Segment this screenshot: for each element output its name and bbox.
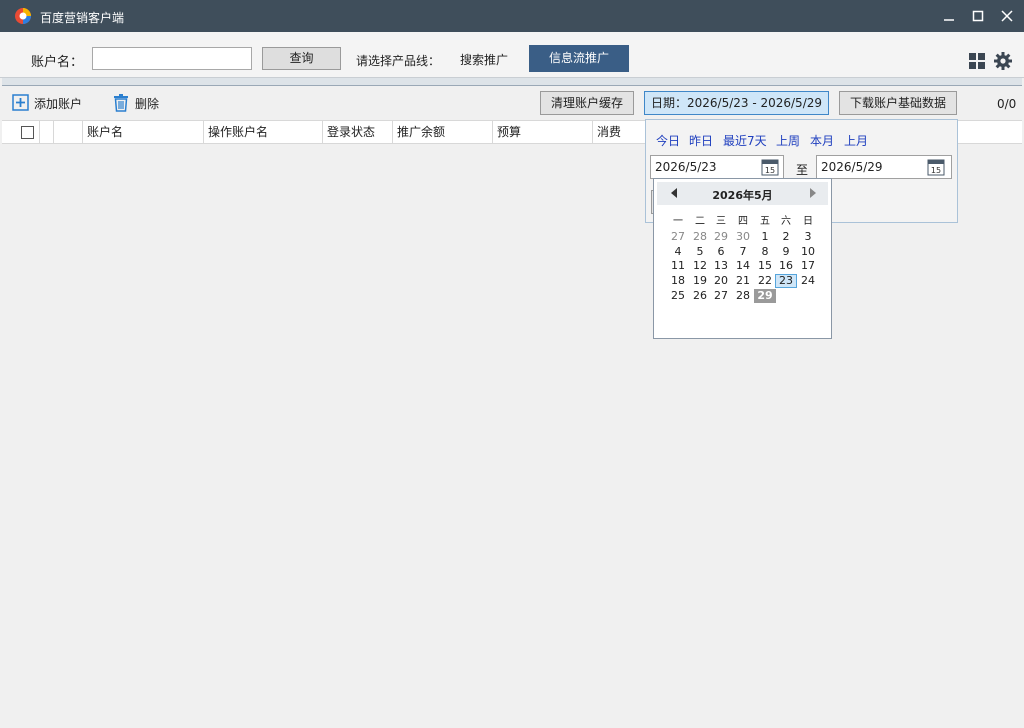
- column-balance[interactable]: 推广余额: [392, 121, 492, 143]
- calendar-icon[interactable]: 15: [761, 158, 779, 176]
- calendar-header: 2026年5月: [657, 182, 828, 205]
- toolbar: 添加账户 删除 清理账户缓存 日期：2026/5/23 - 2026/5/29 …: [0, 86, 1024, 120]
- calendar-day[interactable]: 15: [754, 259, 776, 273]
- minimize-icon: [944, 19, 954, 21]
- tab-search-promotion[interactable]: 搜索推广: [460, 51, 508, 68]
- calendar-day[interactable]: 28: [689, 230, 711, 244]
- calendar-day[interactable]: 3: [797, 230, 819, 244]
- quick-last-week[interactable]: 上周: [776, 132, 800, 149]
- grid-icon[interactable]: [968, 52, 986, 70]
- calendar-month-title: 2026年5月: [712, 189, 773, 202]
- title-bar: 百度营销客户端: [0, 0, 1024, 32]
- calendar-day[interactable]: 17: [797, 259, 819, 273]
- clear-cache-button[interactable]: 清理账户缓存: [540, 91, 634, 115]
- account-name-input[interactable]: [92, 47, 252, 70]
- calendar-day[interactable]: 21: [732, 274, 754, 288]
- calendar-icon[interactable]: 15: [927, 158, 945, 176]
- add-icon: [12, 94, 29, 111]
- weekday-header: 一: [673, 216, 683, 227]
- quick-this-month[interactable]: 本月: [810, 132, 834, 149]
- column-account-name[interactable]: 账户名: [82, 121, 204, 143]
- weekday-header: 四: [738, 216, 748, 227]
- section-divider: [2, 78, 1022, 86]
- svg-text:15: 15: [765, 166, 775, 175]
- delete-label: 删除: [135, 97, 160, 111]
- column-budget[interactable]: 预算: [492, 121, 592, 143]
- column-login-status[interactable]: 登录状态: [322, 121, 392, 143]
- calendar-day[interactable]: 19: [689, 274, 711, 288]
- to-label: 至: [796, 163, 809, 177]
- calendar-day[interactable]: 1: [754, 230, 776, 244]
- calendar-day[interactable]: 27: [667, 230, 689, 244]
- next-month-icon[interactable]: [809, 188, 817, 198]
- quick-today[interactable]: 今日: [656, 132, 680, 149]
- calendar-day[interactable]: 2: [775, 230, 797, 244]
- product-line-label: 请选择产品线：: [356, 54, 441, 68]
- selection-count: 0/0: [997, 97, 1017, 111]
- calendar-day[interactable]: 30: [732, 230, 754, 244]
- column-spend[interactable]: 消费: [592, 121, 644, 143]
- weekday-header: 三: [716, 216, 726, 227]
- tab-feed-promotion[interactable]: 信息流推广: [529, 45, 629, 72]
- calendar-day[interactable]: 28: [732, 289, 754, 303]
- calendar-day[interactable]: 26: [689, 289, 711, 303]
- calendar-day[interactable]: 11: [667, 259, 689, 273]
- calendar-day[interactable]: 27: [710, 289, 732, 303]
- svg-text:15: 15: [931, 166, 941, 175]
- trash-icon: [114, 94, 128, 112]
- query-button[interactable]: 查询: [262, 47, 341, 70]
- add-account-label: 添加账户: [34, 97, 83, 111]
- select-all-checkbox[interactable]: [21, 126, 34, 139]
- calendar-day[interactable]: 16: [775, 259, 797, 273]
- weekday-header: 六: [781, 216, 791, 227]
- quick-last-7-days[interactable]: 最近7天: [723, 132, 767, 149]
- calendar-day[interactable]: 23: [775, 274, 797, 288]
- calendar-day[interactable]: 29: [710, 230, 732, 244]
- calendar-day[interactable]: 18: [667, 274, 689, 288]
- calendar-day[interactable]: 10: [797, 245, 819, 259]
- calendar-day[interactable]: 20: [710, 274, 732, 288]
- calendar-popup: 2026年5月 一二三四五六日 27 28 29 30 1 2 3 4 5 6 7 8 9 10 11 12 13…: [653, 178, 832, 339]
- weekday-header: 二: [695, 216, 705, 227]
- date-range-button[interactable]: 日期：2026/5/23 - 2026/5/29: [644, 91, 829, 115]
- calendar-day[interactable]: 8: [754, 245, 776, 259]
- close-button[interactable]: [990, 0, 1024, 32]
- calendar-day[interactable]: 22: [754, 274, 776, 288]
- quick-last-month[interactable]: 上月: [844, 132, 868, 149]
- column-operator-account[interactable]: 操作账户名: [203, 121, 323, 143]
- calendar-day[interactable]: 4: [667, 245, 689, 259]
- calendar-day[interactable]: 7: [732, 245, 754, 259]
- calendar-day[interactable]: 6: [710, 245, 732, 259]
- calendar-day[interactable]: 13: [710, 259, 732, 273]
- search-bar: 账户名： 查询 请选择产品线： 搜索推广 信息流推广: [0, 32, 1024, 78]
- account-name-label: 账户名：: [31, 55, 84, 70]
- quick-yesterday[interactable]: 昨日: [689, 132, 713, 149]
- calendar-day[interactable]: 9: [775, 245, 797, 259]
- window-title: 百度营销客户端: [40, 11, 125, 25]
- download-data-button[interactable]: 下载账户基础数据: [839, 91, 957, 115]
- maximize-icon: [972, 10, 984, 22]
- calendar-day[interactable]: 25: [667, 289, 689, 303]
- close-icon: [1001, 10, 1013, 22]
- calendar-day[interactable]: 14: [732, 259, 754, 273]
- calendar-day[interactable]: 12: [689, 259, 711, 273]
- gear-icon[interactable]: [993, 51, 1013, 71]
- weekday-header: 五: [760, 216, 770, 227]
- calendar-day[interactable]: 24: [797, 274, 819, 288]
- calendar-day[interactable]: 5: [689, 245, 711, 259]
- weekday-header: 日: [803, 216, 813, 227]
- app-logo-icon: [15, 8, 31, 24]
- calendar-day[interactable]: 29: [754, 289, 776, 303]
